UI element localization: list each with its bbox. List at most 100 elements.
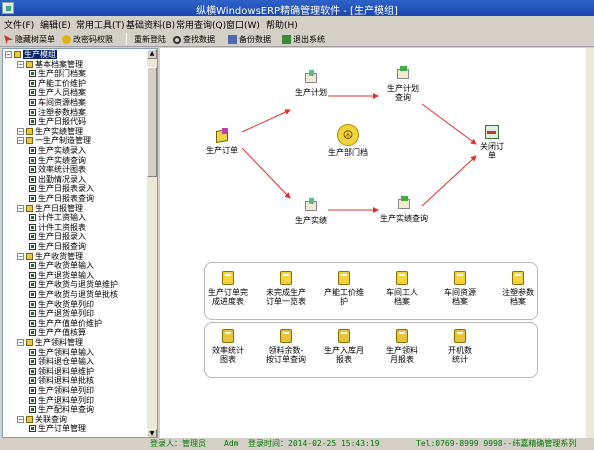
expand-icon[interactable]: − <box>17 127 24 135</box>
tree-group[interactable]: − 关联查询 <box>17 415 67 424</box>
relogin-button[interactable]: 重新登陆 <box>134 33 166 46</box>
tree-label: 计件工资输入 <box>38 213 86 223</box>
tree-item[interactable]: 生产人员档案 <box>29 88 86 97</box>
tree-group[interactable]: − 一生产制造管理 <box>17 136 91 145</box>
tree-group[interactable]: − 生产领料管理 <box>17 338 83 347</box>
tree-item[interactable]: 生产产值单价维护 <box>29 319 102 328</box>
tree-item[interactable]: 产能工价维护 <box>29 79 86 88</box>
form-icon <box>29 156 36 164</box>
tree-item[interactable]: 生产日报表查询 <box>29 194 94 203</box>
tree-item[interactable]: 生产日报录入 <box>29 232 86 241</box>
expand-icon[interactable]: − <box>17 60 24 68</box>
menu-query[interactable]: 常用查询(Q) <box>176 18 226 31</box>
tree-item[interactable]: 领料退料单批核 <box>29 376 94 385</box>
report-item[interactable]: 效率统计 图表 <box>200 328 256 364</box>
menu-window[interactable]: 窗口(W) <box>226 18 260 31</box>
tree-item[interactable]: 生产退货单输入 <box>29 271 94 280</box>
report-item[interactable]: 生产领料 月报表 <box>374 328 430 364</box>
expand-icon[interactable]: − <box>5 51 12 58</box>
tree-label: 基本档案管理 <box>35 59 83 69</box>
tree-item[interactable]: 生产配料单查询 <box>29 405 94 414</box>
node-production-order[interactable]: 生产订单 <box>198 128 246 155</box>
report-item[interactable]: 注塑参数 档案 <box>490 270 546 306</box>
tree-item[interactable]: 生产领料单列印 <box>29 386 94 395</box>
backup-data-button[interactable]: 备份数据 <box>228 33 271 46</box>
scroll-down-arrow[interactable]: ▼ <box>147 429 157 437</box>
node-production-dept[interactable]: ☮ 生产部门档 <box>320 124 376 157</box>
tree-group[interactable]: − 基本档案管理 <box>17 60 83 69</box>
tree-label: 出勤情况录入 <box>38 174 86 184</box>
tree-item[interactable]: 领料退仓单输入 <box>29 357 94 366</box>
report-item[interactable]: 开机数 统计 <box>432 328 488 364</box>
report-label: 生产订单完 成进度表 <box>208 288 248 306</box>
report-label: 效率统计 图表 <box>212 346 244 364</box>
main-scrollbar[interactable] <box>586 48 594 438</box>
module-tree[interactable]: − 生产模组 − 基本档案管理 生产部门档案 产能工价维护 生产人员档案 车间资源档案 注塑参数… <box>2 48 158 438</box>
node-production-plan[interactable]: 生产计划 <box>286 70 336 97</box>
tree-label: 生产人员档案 <box>38 88 86 98</box>
scroll-thumb[interactable] <box>147 67 157 177</box>
main-workspace: 生产订单 生产计划 生产计划 查询 ☮ 生产部门档 生产实绩 生产实绩查询 关闭… <box>160 48 594 438</box>
tree-item[interactable]: 生产部门档案 <box>29 69 86 78</box>
form-icon <box>29 243 36 250</box>
hide-tree-button[interactable]: 隐藏树菜单 <box>4 33 55 46</box>
tree-item[interactable]: 生产收货与退货单维护 <box>29 280 118 289</box>
tree-item[interactable]: 生产日报代码 <box>29 117 86 126</box>
expand-icon[interactable]: − <box>17 252 24 260</box>
report-item[interactable]: 产能工价维 护 <box>316 270 372 306</box>
menu-file[interactable]: 文件(F) <box>4 18 34 31</box>
tree-item[interactable]: 出勤情况录入 <box>29 175 86 184</box>
expand-icon[interactable]: − <box>17 415 24 423</box>
tree-item[interactable]: 生产订单管理 <box>29 424 86 433</box>
tree-root[interactable]: − 生产模组 <box>5 50 57 59</box>
report-item[interactable]: 生产订单完 成进度表 <box>200 270 256 306</box>
tree-item[interactable]: 领料退料单维护 <box>29 367 94 376</box>
scroll-up-arrow[interactable]: ▲ <box>147 49 157 59</box>
report-item[interactable]: 未完成生产 订单一览表 <box>258 270 314 306</box>
tree-item[interactable]: 注塑参数档案 <box>29 108 86 117</box>
exit-system-button[interactable]: 退出系统 <box>282 33 325 46</box>
tree-item[interactable]: 生产产值核算 <box>29 328 86 337</box>
report-label: 车间工人 档案 <box>386 288 418 306</box>
tree-group[interactable]: − 生产日报管理 <box>17 204 83 213</box>
tree-group[interactable]: − 生产收货管理 <box>17 252 83 261</box>
expand-icon[interactable]: − <box>17 204 24 212</box>
menu-edit[interactable]: 编辑(E) <box>40 18 71 31</box>
menu-help[interactable]: 帮助(H) <box>266 18 298 31</box>
node-close-order[interactable]: 关闭订 单 <box>472 124 512 160</box>
form-icon <box>29 387 36 394</box>
report-label: 生产入库月 报表 <box>324 346 364 364</box>
report-item[interactable]: 车间工人 档案 <box>374 270 430 306</box>
report-item[interactable]: 生产入库月 报表 <box>316 328 372 364</box>
node-production-performance[interactable]: 生产实绩 <box>286 198 336 225</box>
expand-icon[interactable]: − <box>17 339 24 346</box>
expand-icon[interactable]: − <box>17 137 24 145</box>
node-production-performance-query[interactable]: 生产实绩查询 <box>374 196 434 223</box>
tree-item[interactable]: 生产退货单列印 <box>29 309 94 318</box>
change-password-button[interactable]: 改密码权限 <box>62 33 113 46</box>
report-item[interactable]: 领料余数- 按订单查询 <box>258 328 314 364</box>
tree-label: 关联查询 <box>35 414 67 424</box>
node-production-plan-query[interactable]: 生产计划 查询 <box>378 66 428 102</box>
tree-item[interactable]: 车间资源档案 <box>29 98 86 107</box>
report-item[interactable]: 车间资源 档案 <box>432 270 488 306</box>
menu-tools[interactable]: 常用工具(T) <box>76 18 125 31</box>
tree-item[interactable]: 生产实绩查询 <box>29 156 86 165</box>
tree-scrollbar[interactable]: ▲ ▼ <box>147 49 157 437</box>
tree-item[interactable]: 计件工资输入 <box>29 213 86 222</box>
search-icon <box>173 35 181 44</box>
tree-group[interactable]: − 生产实绩管理 <box>17 127 83 136</box>
tree-item[interactable]: 生产实绩录入 <box>29 146 86 155</box>
tree-item[interactable]: 生产日报表录入 <box>29 184 94 193</box>
tree-item[interactable]: 计件工资报表 <box>29 223 86 232</box>
tree-item[interactable]: 生产收货单列印 <box>29 300 94 309</box>
tree-item[interactable]: 生产日报查询 <box>29 242 86 251</box>
tree-item[interactable]: 生产退料单列印 <box>29 396 94 405</box>
tree-item[interactable]: 生产领料单输入 <box>29 348 94 357</box>
find-data-button[interactable]: 查找数据 <box>173 33 215 46</box>
tree-item[interactable]: 生产收货与退货单批核 <box>29 290 118 299</box>
tree-item[interactable]: 生产收货单输入 <box>29 261 94 270</box>
tree-item[interactable]: 效率统计图表 <box>29 165 86 174</box>
toolbar-separator <box>126 33 127 45</box>
menu-basic[interactable]: 基础资料(B) <box>126 18 175 31</box>
